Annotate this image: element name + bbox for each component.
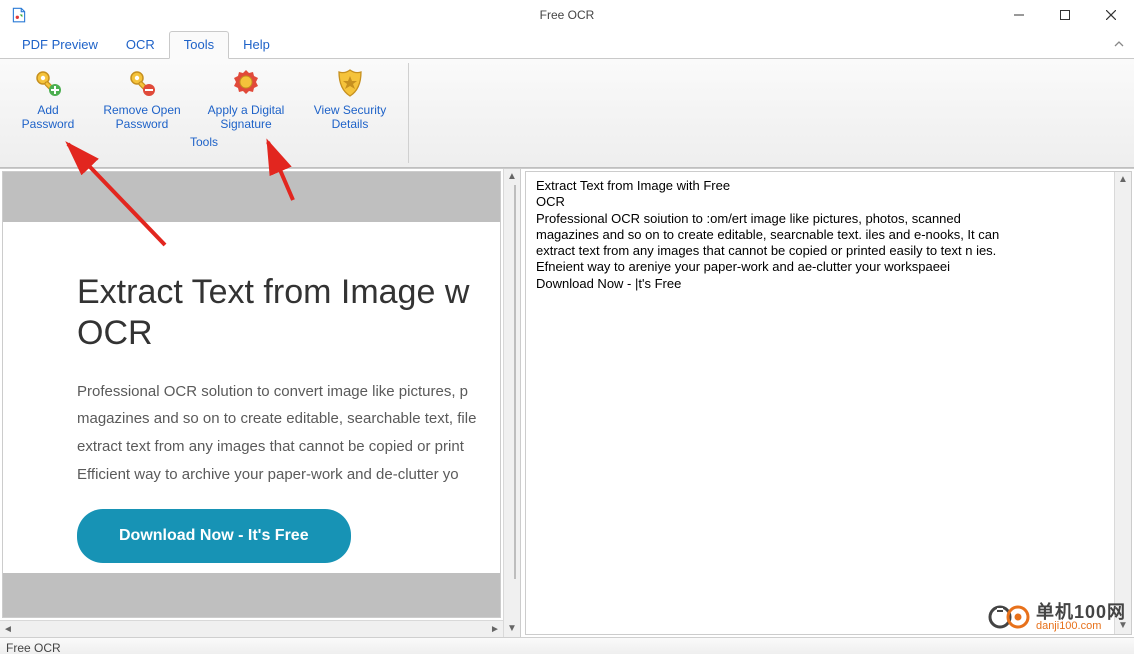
add-password-button[interactable]: AddPassword: [6, 61, 90, 135]
maximize-button[interactable]: [1042, 0, 1088, 30]
app-icon: [10, 6, 28, 24]
scroll-right-icon[interactable]: ►: [487, 624, 503, 635]
remove-open-password-button[interactable]: Remove OpenPassword: [90, 61, 194, 135]
close-button[interactable]: [1088, 0, 1134, 30]
scroll-up-icon[interactable]: ▲: [504, 169, 520, 185]
preview-viewport[interactable]: Extract Text from Image w OCR Profession…: [2, 171, 501, 618]
scroll-thumb[interactable]: [514, 185, 516, 579]
statusbar: Free OCR: [0, 637, 1134, 654]
preview-page: Extract Text from Image w OCR Profession…: [3, 222, 500, 573]
window-title: Free OCR: [0, 8, 1134, 22]
scroll-up-icon[interactable]: ▲: [1115, 172, 1131, 188]
preview-margin-top: [3, 172, 500, 222]
menubar: PDF Preview OCR Tools Help: [0, 30, 1134, 58]
page-heading: Extract Text from Image w OCR: [77, 272, 500, 354]
vertical-scrollbar-left[interactable]: ▲ ▼: [503, 169, 520, 637]
tab-tools[interactable]: Tools: [169, 31, 229, 59]
shield-icon: [334, 67, 366, 99]
tab-pdf-preview[interactable]: PDF Preview: [8, 32, 112, 58]
pdf-preview-pane: Extract Text from Image w OCR Profession…: [0, 169, 521, 637]
window-controls: [996, 0, 1134, 30]
ribbon-group-caption: Tools: [190, 135, 218, 151]
download-button-graphic: Download Now - It's Free: [77, 509, 351, 563]
scroll-down-icon[interactable]: ▼: [1115, 618, 1131, 634]
scroll-left-icon[interactable]: ◄: [0, 624, 16, 635]
preview-margin-bottom: [3, 573, 500, 617]
status-text: Free OCR: [6, 641, 61, 654]
horizontal-scrollbar[interactable]: ◄ ►: [0, 620, 503, 637]
vertical-scrollbar-right[interactable]: ▲ ▼: [1114, 172, 1131, 634]
scroll-down-icon[interactable]: ▼: [504, 621, 520, 637]
ocr-output-text[interactable]: Extract Text from Image with Free OCR Pr…: [526, 172, 1114, 634]
tab-help[interactable]: Help: [229, 32, 284, 58]
ribbon: AddPassword Remove OpenPassword: [0, 58, 1134, 168]
ribbon-label: View SecurityDetails: [314, 103, 386, 133]
certificate-ribbon-icon: [230, 67, 262, 99]
key-remove-icon: [126, 67, 158, 99]
ribbon-label: AddPassword: [22, 103, 75, 133]
tab-ocr[interactable]: OCR: [112, 32, 169, 58]
view-security-details-button[interactable]: View SecurityDetails: [298, 61, 402, 135]
ribbon-separator: [408, 63, 409, 163]
ribbon-label: Apply a DigitalSignature: [208, 103, 285, 133]
ribbon-group-tools: AddPassword Remove OpenPassword: [0, 59, 408, 167]
collapse-ribbon-icon[interactable]: [1114, 39, 1124, 52]
ribbon-label: Remove OpenPassword: [103, 103, 180, 133]
titlebar: Free OCR: [0, 0, 1134, 30]
key-add-icon: [32, 67, 64, 99]
minimize-button[interactable]: [996, 0, 1042, 30]
page-paragraph: Professional OCR solution to convert ima…: [77, 378, 497, 489]
content-area: Extract Text from Image w OCR Profession…: [0, 168, 1134, 637]
ocr-output-pane: Extract Text from Image with Free OCR Pr…: [525, 171, 1132, 635]
apply-digital-signature-button[interactable]: Apply a DigitalSignature: [194, 61, 298, 135]
